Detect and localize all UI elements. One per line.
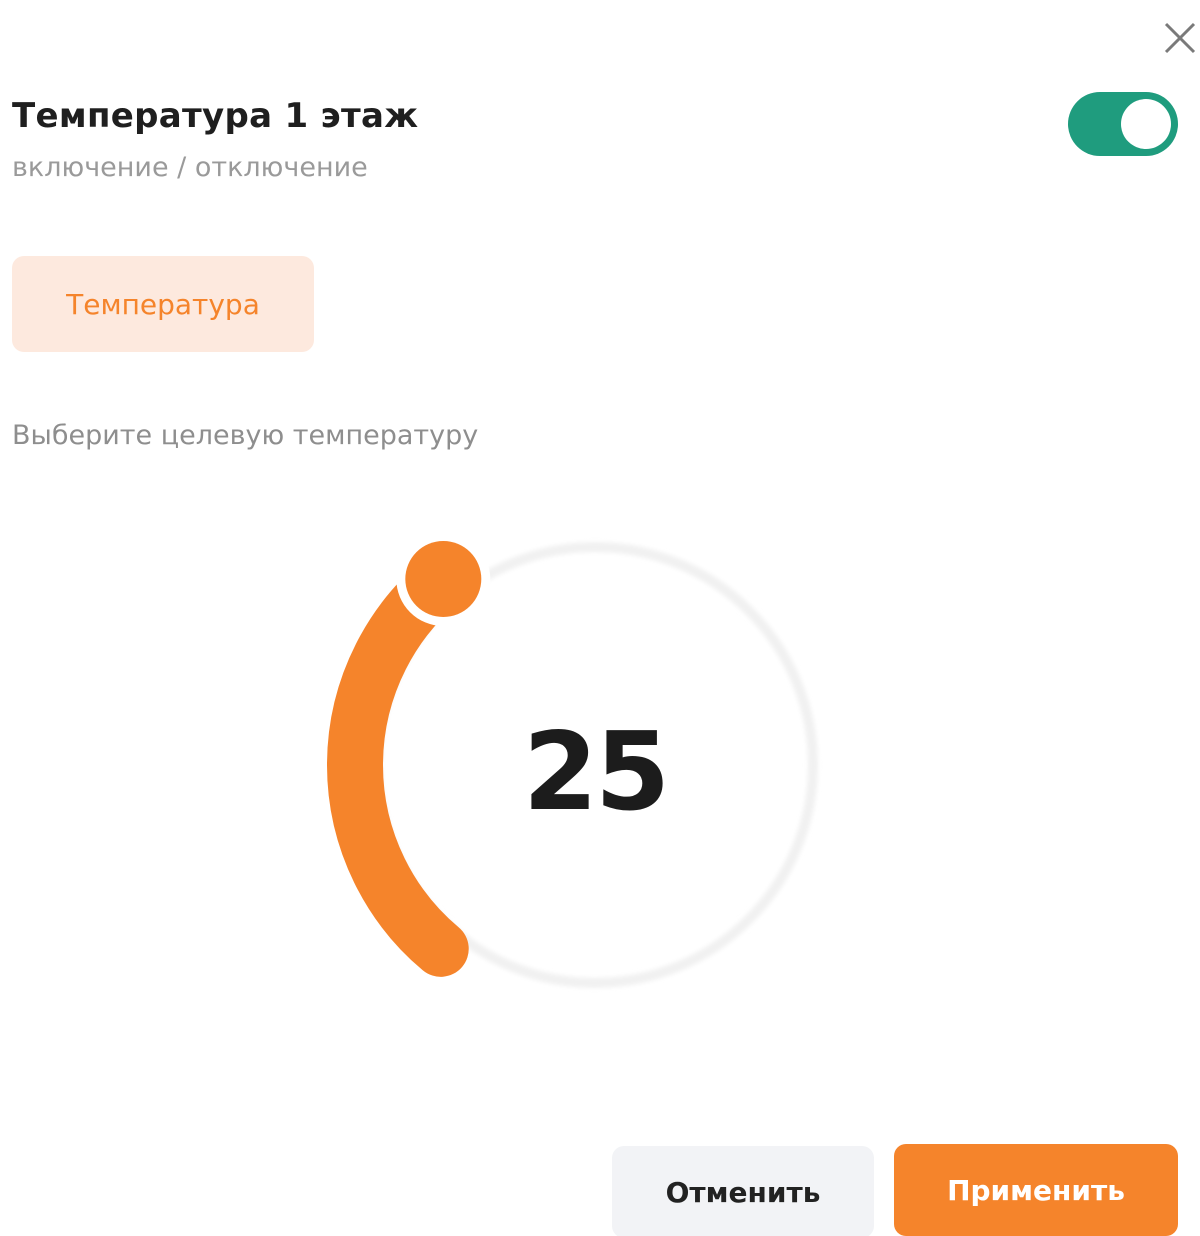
close-button[interactable] xyxy=(1160,18,1200,58)
dialog-subtitle: включение / отключение xyxy=(12,152,368,183)
temperature-dialog: Температура 1 этаж включение / отключени… xyxy=(0,0,1200,1236)
tab-temperature[interactable]: Температура xyxy=(12,256,314,352)
cancel-button[interactable]: Отменить xyxy=(612,1146,874,1236)
dialog-title: Температура 1 этаж xyxy=(12,96,419,136)
close-icon xyxy=(1164,22,1196,54)
toggle-knob xyxy=(1121,99,1171,149)
dial-handle[interactable] xyxy=(405,541,482,618)
target-temperature-prompt: Выберите целевую температуру xyxy=(12,420,479,451)
dial-progress-arc xyxy=(327,551,472,977)
power-toggle[interactable] xyxy=(1068,92,1178,156)
temperature-dial xyxy=(327,532,818,988)
target-temperature-value: 25 xyxy=(522,710,670,835)
apply-button[interactable]: Применить xyxy=(894,1144,1178,1236)
